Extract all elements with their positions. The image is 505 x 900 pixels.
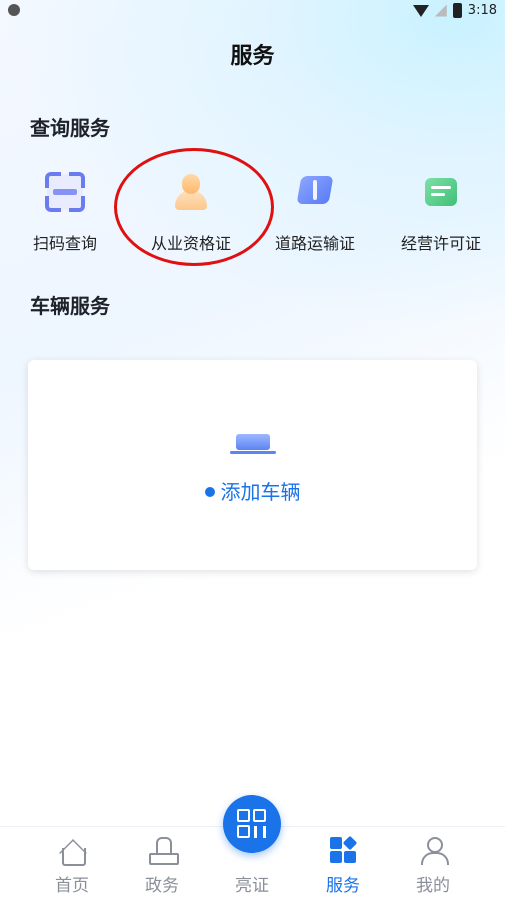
add-vehicle-button[interactable]: 添加车辆 — [28, 476, 477, 505]
road-icon — [293, 170, 337, 214]
tab-profile-label: 我的 — [416, 876, 450, 896]
add-vehicle-label: 添加车辆 — [220, 480, 301, 504]
tab-show-cert-label: 亮证 — [235, 876, 269, 896]
tab-government-label: 政务 — [145, 876, 179, 896]
profile-icon — [418, 835, 449, 865]
wifi-icon — [412, 4, 429, 17]
add-vehicle-card[interactable]: 添加车辆 — [28, 360, 477, 570]
signal-icon — [434, 4, 447, 17]
business-license-label: 经营许可证 — [400, 234, 481, 253]
show-cert-fab[interactable] — [223, 795, 281, 853]
scan-query-label: 扫码查询 — [32, 234, 97, 253]
scan-icon — [43, 170, 87, 214]
tab-home-label: 首页 — [55, 876, 89, 896]
tab-government[interactable]: 政务 — [122, 827, 202, 896]
query-services-title: 查询服务 — [30, 116, 110, 140]
tab-services[interactable]: 服务 — [303, 827, 383, 896]
tab-home[interactable]: 首页 — [32, 827, 112, 896]
tab-services-label: 服务 — [326, 876, 360, 896]
business-license-item[interactable]: 经营许可证 — [378, 168, 504, 254]
stamp-icon — [147, 835, 179, 865]
plus-icon — [204, 487, 215, 497]
app-notification-icon — [8, 4, 20, 16]
truck-icon — [230, 428, 276, 456]
vehicle-services-title: 车辆服务 — [30, 294, 110, 318]
status-bar: 3:18 — [0, 0, 505, 22]
battery-icon — [452, 3, 462, 18]
page-title: 服务 — [230, 44, 275, 69]
qr-code-icon — [237, 809, 250, 822]
license-icon — [419, 170, 463, 214]
tab-profile[interactable]: 我的 — [393, 827, 473, 896]
home-icon — [57, 835, 87, 867]
status-time: 3:18 — [467, 3, 497, 18]
services-icon — [328, 835, 358, 865]
scan-query-item[interactable]: 扫码查询 — [2, 168, 128, 254]
highlight-annotation — [114, 148, 274, 266]
road-transport-cert-label: 道路运输证 — [274, 234, 355, 253]
